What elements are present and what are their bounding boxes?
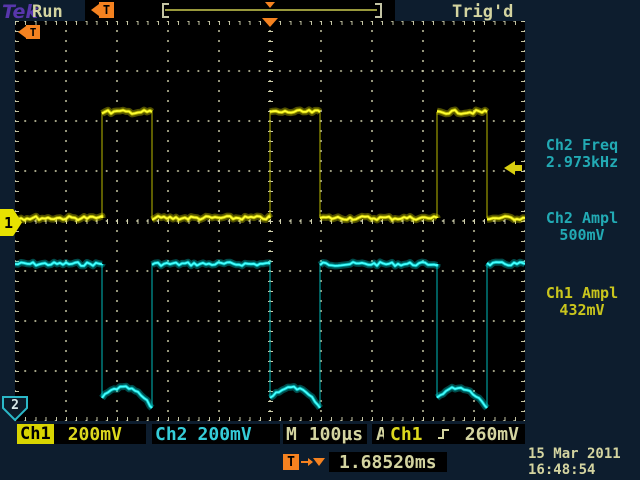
record-window-left-bracket — [162, 3, 169, 18]
measurement-value: 2.973kHz — [526, 154, 638, 171]
arrow-left-icon — [504, 161, 515, 175]
ch1-scale-value: 200mV — [68, 424, 122, 445]
trigger-t-icon: T — [283, 454, 299, 470]
measurement-ch2-ampl: Ch2 Ampl 500mV — [526, 210, 638, 244]
timebase-value: 100µs — [309, 424, 363, 445]
acquisition-status: Run — [32, 2, 63, 22]
arrow-left-icon — [18, 26, 26, 38]
trigger-level-value: 260mV — [465, 424, 519, 445]
trigger-source: Ch1 — [390, 424, 423, 445]
timebase-readout: M 100µs — [283, 424, 367, 444]
arrow-right-icon — [301, 461, 309, 463]
ch1-label-chip: Ch1 — [17, 424, 54, 444]
rising-edge-icon — [437, 426, 451, 442]
ch2-ground-marker: 2 — [2, 396, 28, 426]
triangle-down-icon — [313, 458, 325, 466]
ch2-marker-label: 2 — [11, 398, 19, 413]
measurement-value: 500mV — [526, 227, 638, 244]
ch1-marker-label: 1 — [4, 214, 13, 232]
ch1-scale-readout: Ch1 200mV — [17, 424, 146, 444]
timebase-label: M — [286, 424, 297, 445]
measurement-ch2-freq: Ch2 Freq 2.973kHz — [526, 137, 638, 171]
trigger-offscreen-marker: T — [18, 25, 40, 39]
trigger-status: Trig'd — [452, 2, 513, 22]
date-value: 15 Mar 2011 — [528, 446, 621, 462]
ch2-label: Ch2 — [152, 424, 188, 445]
arrow-left-icon — [91, 4, 99, 16]
arrow-tail — [515, 165, 522, 171]
horizontal-position-readout: T 1.68520ms — [283, 452, 447, 472]
record-view-strip: T — [85, 0, 395, 21]
record-view-bar — [165, 9, 377, 11]
trigger-t-icon: T — [26, 25, 40, 39]
record-trigger-position-icon — [265, 2, 275, 8]
graticule: T — [15, 21, 525, 421]
waveform-traces — [15, 21, 525, 421]
measurement-label: Ch2 Freq — [526, 137, 638, 154]
ch2-scale-value: 200mV — [198, 424, 252, 445]
time-value: 16:48:54 — [528, 462, 621, 478]
measurement-label: Ch1 Ampl — [526, 285, 638, 302]
horizontal-position-value: 1.68520ms — [329, 452, 447, 472]
datetime-display: 15 Mar 2011 16:48:54 — [528, 446, 621, 478]
measurement-value: 432mV — [526, 302, 638, 319]
trigger-t-icon: T — [99, 2, 114, 18]
measurement-ch1-ampl: Ch1 Ampl 432mV — [526, 285, 638, 319]
trigger-position-marker-icon — [262, 18, 278, 27]
trigger-readout: Ch1 260mV — [384, 424, 525, 444]
ch2-scale-readout: Ch2 200mV — [152, 424, 280, 444]
trigger-level-marker — [504, 161, 522, 175]
record-window-right-bracket — [375, 3, 382, 18]
trigger-offset-marker: T — [91, 2, 114, 18]
oscilloscope-screen: { "header": { "logo": "Tek", "acq_status… — [0, 0, 640, 480]
measurement-label: Ch2 Ampl — [526, 210, 638, 227]
